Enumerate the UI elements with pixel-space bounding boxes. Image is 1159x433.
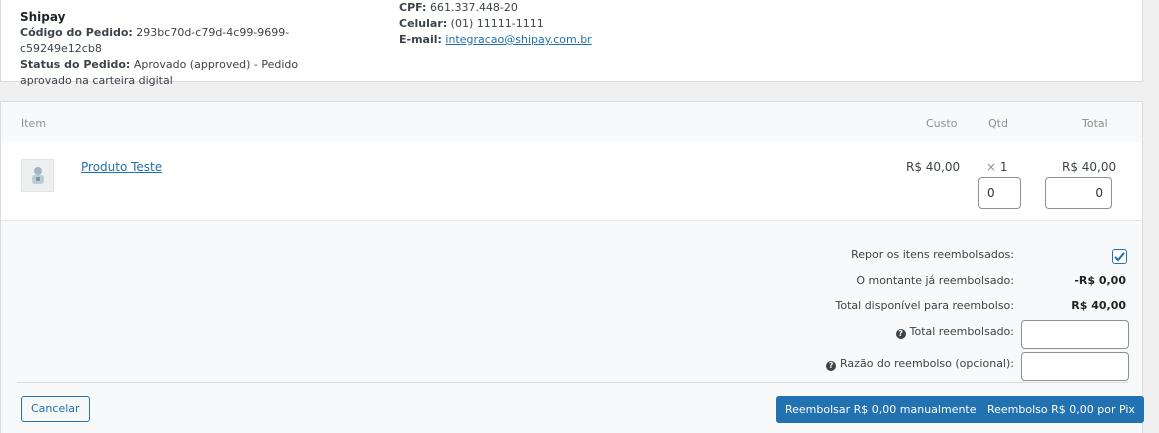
refund-amount-label: Total reembolsado: <box>909 325 1014 338</box>
restock-checkbox[interactable] <box>1112 249 1127 264</box>
table-row: Produto Teste R$ 40,00 × 1 R$ 40,00 0 0 <box>1 142 1142 221</box>
cpf-line: CPF: 661.337.448-20 <box>399 0 719 16</box>
refund-amount-input[interactable] <box>1021 320 1129 349</box>
qty-multiplier: × <box>986 160 997 174</box>
cpf-value: 661.337.448-20 <box>429 1 518 14</box>
email-label: E-mail: <box>399 33 442 46</box>
refund-reason-label: Razão do reembolso (opcional): <box>840 357 1014 370</box>
phone-line: Celular: (01) 11111-1111 <box>399 16 719 32</box>
order-code-line: Código do Pedido: 293bc70d-c79d-4c99-969… <box>20 25 350 57</box>
item-cost: R$ 40,00 <box>906 160 961 174</box>
restock-label: Repor os itens reembolsados: <box>851 248 1014 261</box>
available-refund-value: R$ 40,00 <box>1071 299 1126 312</box>
actions-divider <box>17 382 1128 383</box>
items-table-header: Item Custo Qtd Total <box>1 102 1142 142</box>
email-line: E-mail: integracao@shipay.com.br <box>399 32 719 48</box>
header-item: Item <box>21 117 47 130</box>
manual-refund-button[interactable]: Reembolsar R$ 0,00 manualmente <box>776 396 986 423</box>
available-refund-label: Total disponível para reembolso: <box>835 299 1014 312</box>
checkmark-icon <box>1114 251 1125 261</box>
already-refunded-label: O montante já reembolsado: <box>856 274 1014 287</box>
refund-reason-label-wrap: ? Razão do reembolso (opcional): <box>826 357 1014 371</box>
phone-value: (01) 11111-1111 <box>450 17 544 30</box>
product-name-link[interactable]: Produto Teste <box>81 160 162 174</box>
order-details-column: Shipay Código do Pedido: 293bc70d-c79d-4… <box>20 9 350 89</box>
order-status-line: Status do Pedido: Aprovado (approved) - … <box>20 57 350 89</box>
header-total: Total <box>1082 117 1108 130</box>
email-link[interactable]: integracao@shipay.com.br <box>445 33 591 46</box>
qty-value: 1 <box>999 160 1008 174</box>
cpf-label: CPF: <box>399 1 427 14</box>
already-refunded-value: -R$ 0,00 <box>1074 274 1126 287</box>
cancel-button[interactable]: Cancelar <box>21 396 90 422</box>
refund-reason-input[interactable] <box>1021 352 1129 381</box>
item-qty: × 1 <box>986 160 1008 174</box>
order-code-label: Código do Pedido: <box>20 26 133 39</box>
contact-details-column: CPF: 661.337.448-20 Celular: (01) 11111-… <box>399 0 719 48</box>
header-cost: Custo <box>926 117 958 130</box>
pix-refund-button[interactable]: Reembolso R$ 0,00 por Pix <box>978 396 1144 423</box>
order-info-card: Shipay Código do Pedido: 293bc70d-c79d-4… <box>0 0 1143 87</box>
phone-label: Celular: <box>399 17 448 30</box>
order-status-label: Status do Pedido: <box>20 58 131 71</box>
shop-name: Shipay <box>20 10 66 24</box>
header-qty: Qtd <box>988 117 1008 130</box>
product-image-icon <box>31 166 44 184</box>
refund-amount-label-wrap: ? Total reembolsado: <box>895 325 1014 339</box>
help-icon[interactable]: ? <box>895 329 906 339</box>
refund-qty-input[interactable]: 0 <box>978 177 1021 209</box>
order-items-panel: Item Custo Qtd Total Produto Teste R$ 40… <box>0 101 1144 433</box>
item-total: R$ 40,00 <box>1062 160 1117 174</box>
help-icon[interactable]: ? <box>826 361 837 371</box>
product-thumbnail <box>21 159 54 192</box>
refund-line-total-input[interactable]: 0 <box>1045 177 1112 209</box>
